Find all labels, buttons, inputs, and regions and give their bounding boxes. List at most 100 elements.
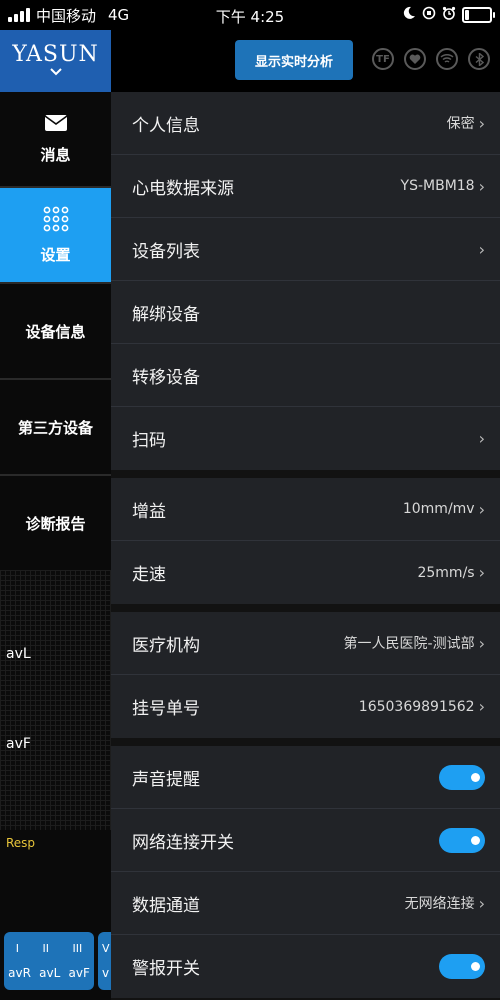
row-label: 走速 — [132, 565, 166, 585]
row-value: 10mm/mv — [402, 501, 475, 517]
row-label: 医疗机构 — [132, 635, 200, 656]
ecg-preview: avL avF — [0, 570, 111, 830]
row-value: 无网络连接 — [404, 896, 475, 912]
row-label: 增益 — [132, 501, 166, 522]
status-bar: 中国移动 4G 下午 4:25 — [0, 0, 500, 30]
sidebar-nav: 消息 设置 设备信息 第三方设备 诊断报告 — [0, 92, 111, 570]
chevron-right-icon: › — [478, 893, 485, 913]
sidebar-item-label: 第三方设备 — [17, 418, 93, 437]
row-sound-alert: 声音提醒 — [111, 746, 500, 809]
top-header: 显示实时分析 TF — [111, 30, 500, 92]
sidebar-item-reports[interactable]: 诊断报告 — [0, 476, 111, 570]
row-device-list[interactable]: 设备列表 › — [111, 218, 500, 281]
alarm-icon — [442, 6, 456, 24]
row-value: 1650369891562 — [358, 698, 475, 715]
brand-logo: YASUN — [12, 41, 99, 67]
lead-i: I — [15, 942, 19, 955]
row-value: 保密 — [446, 116, 475, 132]
sidebar-item-label: 设置 — [40, 245, 71, 264]
settings-group-device: 个人信息 保密 › 心电数据来源 YS-MBM18 › 设备列表 › 解绑设备 … — [111, 92, 500, 470]
row-label: 设备列表 — [132, 241, 200, 262]
wifi-icon[interactable] — [436, 48, 458, 70]
row-ecg-source[interactable]: 心电数据来源 YS-MBM18 › — [111, 155, 500, 218]
row-transfer-device[interactable]: 转移设备 — [111, 344, 500, 407]
settings-group-medical: 医疗机构 第一人民医院-测试部 › 挂号单号 1650369891562 › — [111, 612, 500, 738]
lead-v: V — [102, 942, 110, 955]
heart-icon[interactable] — [404, 48, 426, 70]
resp-label: Resp — [6, 836, 36, 850]
lead-iii: III — [72, 942, 83, 955]
row-label: 数据通道 — [132, 895, 200, 916]
alarm-toggle[interactable] — [439, 954, 485, 979]
group-divider — [111, 470, 500, 478]
orientation-lock-icon — [422, 6, 436, 24]
row-label: 网络连接开关 — [132, 832, 234, 853]
group-divider — [111, 604, 500, 612]
row-label: 转移设备 — [132, 367, 200, 388]
sidebar-item-messages[interactable]: 消息 — [0, 92, 111, 188]
row-scan-code[interactable]: 扫码 › — [111, 407, 500, 470]
row-registration-number[interactable]: 挂号单号 1650369891562 › — [111, 675, 500, 738]
network-type: 4G — [108, 6, 130, 24]
row-value: YS-MBM18 — [400, 178, 475, 194]
chevron-right-icon: › — [478, 697, 485, 716]
row-label: 个人信息 — [132, 115, 200, 136]
chevron-right-icon: › — [478, 113, 485, 133]
realtime-analysis-button[interactable]: 显示实时分析 — [235, 40, 353, 80]
chevron-right-icon: › — [478, 499, 485, 519]
sidebar-item-settings[interactable]: 设置 — [0, 188, 111, 284]
lead-avl: avL — [39, 966, 61, 980]
lead-avr: avR — [8, 966, 31, 980]
row-label: 心电数据来源 — [132, 178, 234, 199]
chevron-right-icon: › — [478, 176, 485, 196]
sidebar-item-label: 消息 — [40, 145, 71, 164]
lead-group-button-2[interactable]: V v — [98, 932, 111, 990]
row-label: 扫码 — [132, 431, 166, 451]
sidebar: YASUN 消息 设置 设备信息 第三方设备 诊断报告 avL avF Resp… — [0, 30, 111, 1000]
lead-switcher: I II III avR avL avF — [0, 932, 111, 1000]
grid-icon — [43, 206, 69, 236]
row-value: 25mm/s — [417, 564, 475, 581]
chevron-right-icon: › — [478, 239, 485, 259]
group-divider — [111, 738, 500, 746]
status-icons — [402, 6, 495, 24]
row-medical-institution[interactable]: 医疗机构 第一人民医院-测试部 › — [111, 612, 500, 675]
row-label: 解绑设备 — [132, 304, 200, 325]
row-unbind-device[interactable]: 解绑设备 — [111, 281, 500, 344]
lead-ii: II — [42, 942, 50, 955]
lead-group-button[interactable]: I II III avR avL avF — [4, 932, 94, 990]
lead-label: avL — [6, 646, 31, 662]
settings-panel: 个人信息 保密 › 心电数据来源 YS-MBM18 › 设备列表 › 解绑设备 … — [111, 92, 500, 1000]
row-value: 第一人民医院-测试部 — [343, 636, 475, 652]
row-gain[interactable]: 增益 10mm/mv › — [111, 478, 500, 541]
sidebar-item-label: 设备信息 — [25, 322, 86, 341]
chevron-right-icon: › — [478, 633, 485, 653]
lead-avf: avF — [68, 966, 90, 980]
battery-icon — [462, 7, 495, 23]
signal-strength-icon — [8, 8, 30, 22]
tf-icon[interactable]: TF — [372, 48, 394, 70]
sidebar-item-label: 诊断报告 — [25, 514, 86, 533]
row-label: 警报开关 — [132, 959, 200, 979]
bluetooth-icon[interactable] — [468, 48, 490, 70]
logo-dropdown[interactable]: YASUN — [0, 30, 111, 92]
settings-group-switches: 声音提醒 网络连接开关 数据通道 无网络连接 › 警报开关 — [111, 746, 500, 998]
row-network-switch: 网络连接开关 — [111, 809, 500, 872]
settings-group-display: 增益 10mm/mv › 走速 25mm/s › — [111, 478, 500, 604]
chevron-down-icon — [49, 65, 63, 81]
network-toggle[interactable] — [439, 827, 485, 853]
row-data-channel[interactable]: 数据通道 无网络连接 › — [111, 872, 500, 935]
row-personal-info[interactable]: 个人信息 保密 › — [111, 92, 500, 155]
chevron-right-icon: › — [478, 563, 485, 582]
chevron-right-icon: › — [478, 429, 485, 448]
sidebar-item-device-info[interactable]: 设备信息 — [0, 284, 111, 380]
moon-icon — [402, 6, 416, 24]
sound-alert-toggle[interactable] — [439, 764, 485, 790]
sidebar-item-third-party[interactable]: 第三方设备 — [0, 380, 111, 476]
row-paper-speed[interactable]: 走速 25mm/s › — [111, 541, 500, 604]
carrier-name: 中国移动 — [36, 6, 97, 25]
row-alarm-switch: 警报开关 — [111, 935, 500, 998]
lead-v-lower: v — [102, 966, 110, 980]
row-label: 挂号单号 — [132, 699, 200, 719]
mail-icon — [44, 114, 68, 136]
